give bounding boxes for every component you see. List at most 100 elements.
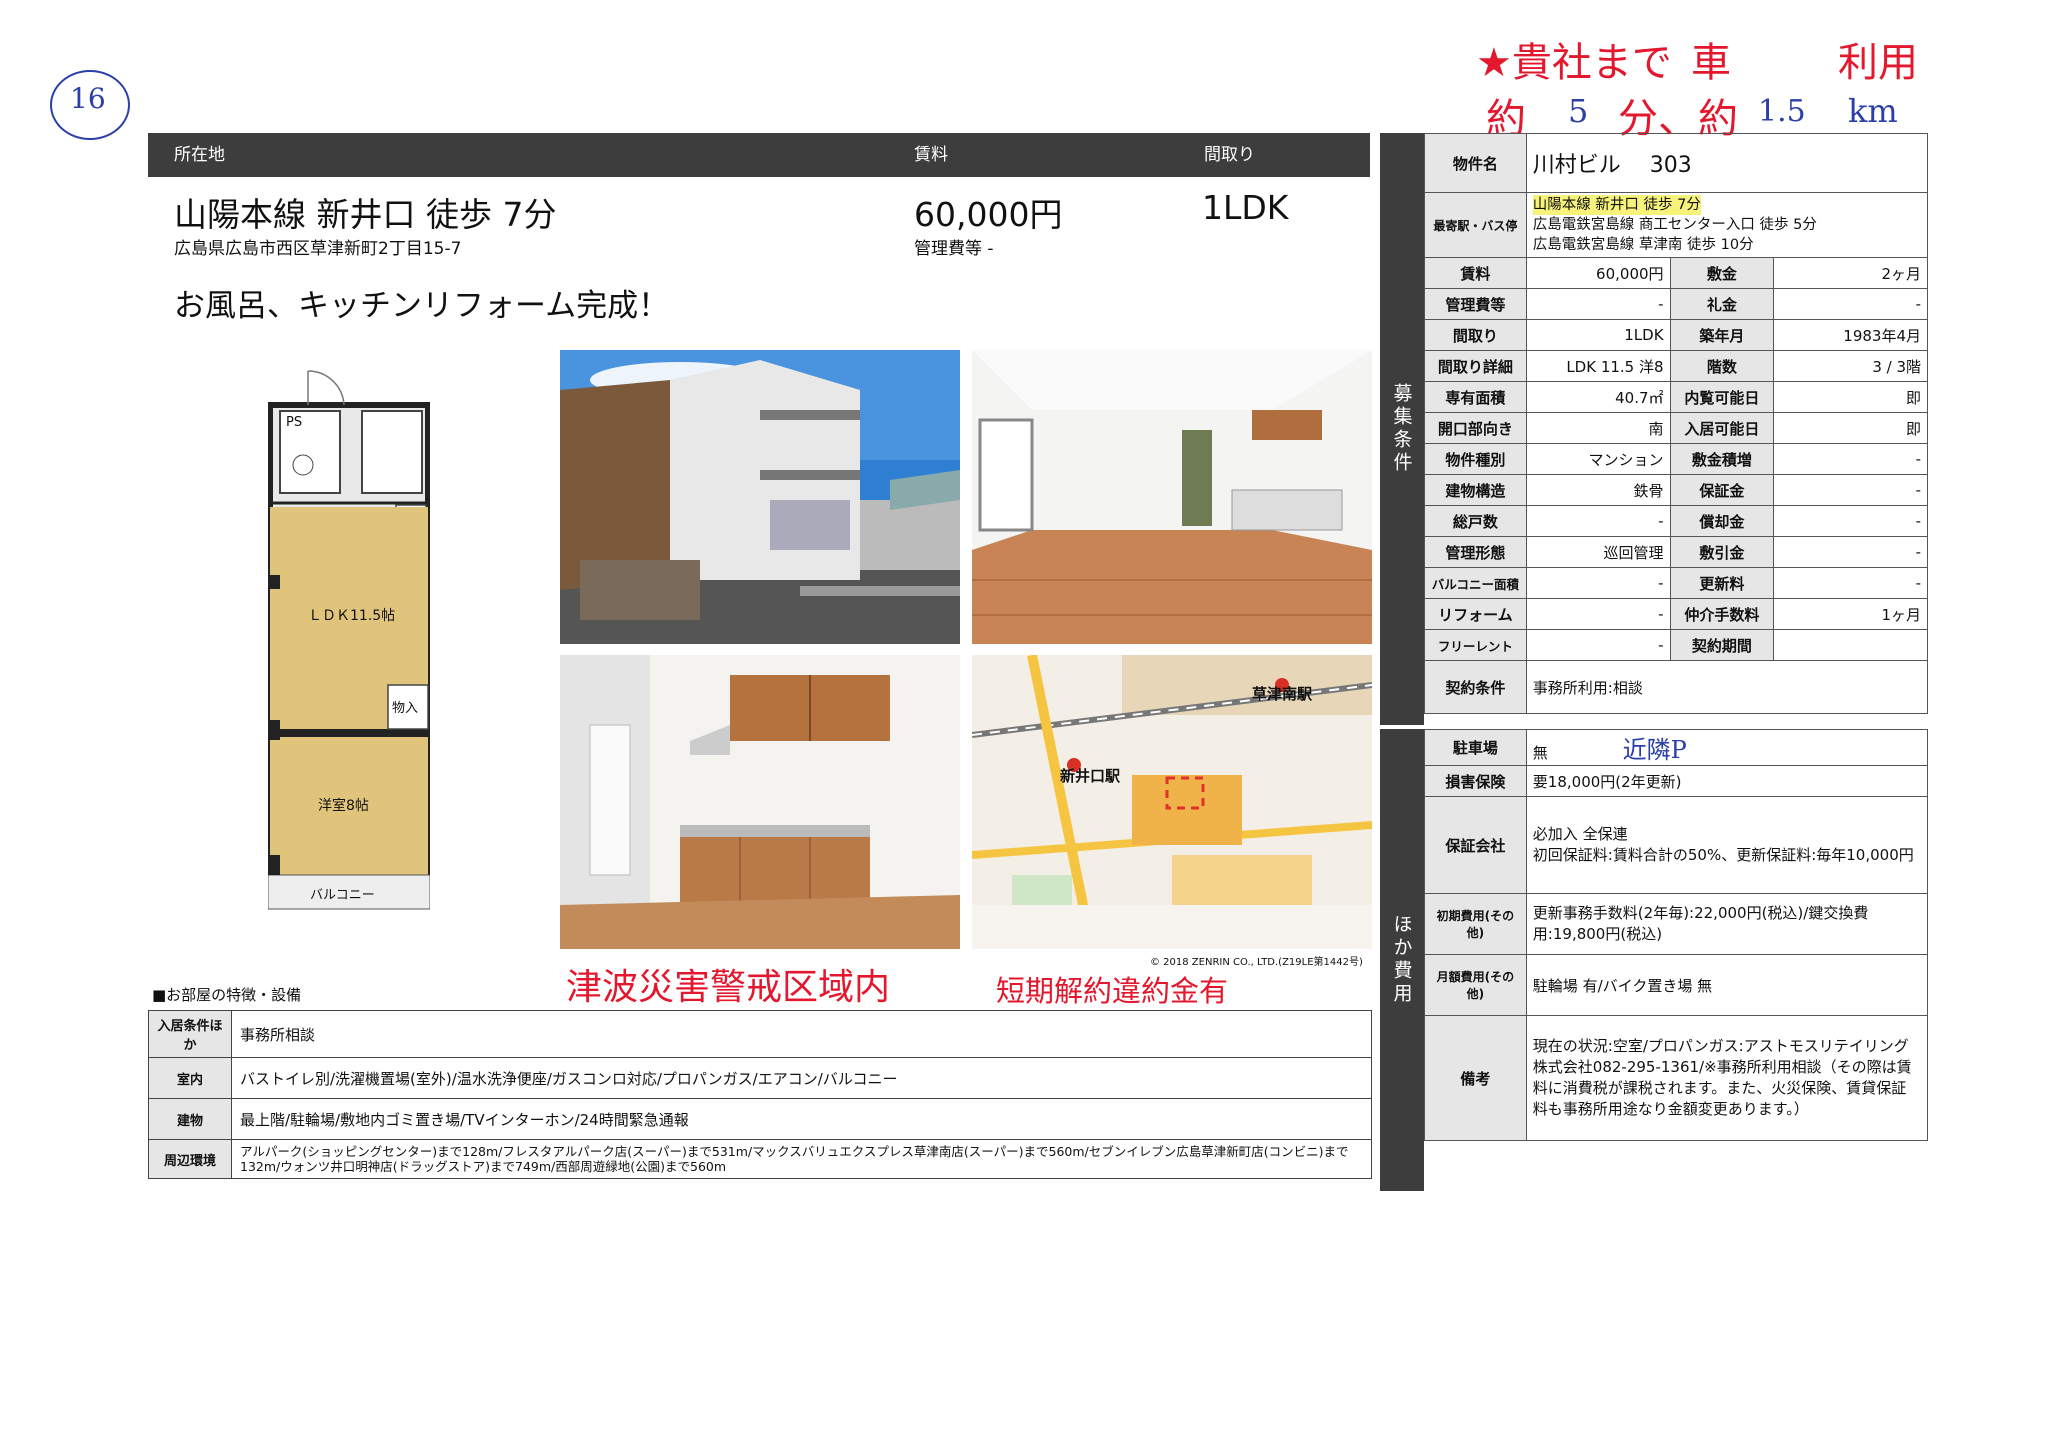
spec-row: 総戸数 - 償却金 - [1424,505,1928,537]
kitchen-photo [560,655,960,949]
spec-label: 内覧可能日 [1669,381,1775,413]
page-number: 16 [70,82,106,115]
contract-value: 事務所利用:相談 [1525,660,1929,714]
feature-label: 室内 [148,1057,232,1099]
spec-value [1773,629,1928,661]
mgmt-fee: 管理費等 - [914,239,994,259]
ldk-label: ＬＤＫ11.5帖 [308,608,396,624]
balcony-label: バルコニー [310,888,375,903]
spec-row: バルコニー面積 - 更新料 - [1424,567,1928,599]
note-line2-min: 5 [1568,92,1589,130]
address: 広島県広島市西区草津新町2丁目15-7 [174,239,462,259]
layout-header: 間取り [1178,133,1370,177]
section-costs-label: ほか費用 [1390,914,1413,1006]
headline: お風呂、キッチンリフォーム完成！ [174,288,670,324]
spec-label: フリーレント [1424,629,1527,661]
features-title: ■お部屋の特徴・設備 [152,986,302,1004]
spec-label: リフォーム [1424,598,1527,630]
note-line2-km: 1.5 [1758,94,1806,129]
spec-value: - [1525,629,1671,661]
spec-value: - [1773,443,1928,475]
parking-value: 無 [1532,744,1548,762]
note-line2-unit: km [1848,92,1898,130]
area-map: 新井口駅 草津南駅 [972,655,1372,949]
cost-row: 保証会社 必加入 全保連 初回保証料:賃料合計の50%、更新保証料:毎年10,0… [1424,796,1929,894]
spec-row: リフォーム - 仲介手数料 1ヶ月 [1424,598,1928,630]
map-station-north-label: 草津南駅 [1252,685,1313,703]
tsunami-warning: 津波災害警戒区域内 [566,967,891,1008]
parking-label: 駐車場 [1424,729,1527,766]
spec-label: 築年月 [1669,319,1775,351]
spec-value: 1983年4月 [1773,319,1928,351]
map-station-label: 新井口駅 [1060,767,1121,785]
feature-row: 周辺環境 アルパーク(ショッピングセンター)まで128m/フレスタアルパーク店(… [148,1139,1372,1179]
access-line: 山陽本線 新井口 徒歩 7分 [1532,195,1701,215]
initial-cost-label: 初期費用(その他) [1424,893,1527,955]
floor-plan: PS ＬＤＫ11.5帖 物入 洋室8帖 バルコニー [267,365,431,917]
insurance-label: 損害保険 [1424,765,1527,797]
building-photo [560,350,960,644]
monthly-cost-label: 月額費用(その他) [1424,954,1527,1016]
spec-value: 1LDK [1525,319,1671,351]
spec-label: 管理形態 [1424,536,1527,568]
spec-value: - [1773,505,1928,537]
cost-row: 損害保険 要18,000円(2年更新) [1424,765,1929,797]
features-table: 入居条件ほか 事務所相談 室内 バストイレ別/洗濯機置場(室外)/温水洗浄便座/… [148,1010,1372,1179]
spec-value: 鉄骨 [1525,474,1671,506]
initial-cost-value: 更新事務手数料(2年毎):22,000円(税込)/鍵交換費用:19,800円(税… [1525,893,1929,955]
spec-label: 礼金 [1669,288,1775,320]
location-header: 所在地 [148,133,888,177]
access-lines: 山陽本線 新井口 徒歩 7分 広島電鉄宮島線 商工センター入口 徒歩 5分 広島… [1525,192,1929,258]
spec-label: 賃料 [1424,257,1527,289]
spec-row: 専有面積 40.7㎡ 内覧可能日即 [1424,381,1928,413]
access-line: 広島電鉄宮島線 商工センター入口 徒歩 5分 [1532,217,1817,233]
spec-label: 間取り詳細 [1424,350,1527,382]
contract-label: 契約条件 [1424,660,1527,714]
feature-value: バストイレ別/洗濯機置場(室外)/温水洗浄便座/ガスコンロ対応/プロパンガス/エ… [231,1057,1372,1099]
spec-label: 保証金 [1669,474,1775,506]
spec-row-access: 最寄駅・バス停 山陽本線 新井口 徒歩 7分 広島電鉄宮島線 商工センター入口 … [1424,192,1929,258]
spec-label: 敷金積増 [1669,443,1775,475]
spec-value: 3 / 3階 [1773,350,1928,382]
spec-label: バルコニー面積 [1424,567,1527,599]
monthly-cost-value: 駐輪場 有/バイク置き場 無 [1525,954,1929,1016]
spec-value: - [1525,567,1671,599]
costs-table: 駐車場 無 近隣P 損害保険 要18,000円(2年更新) 保証会社 必加入 全… [1424,729,1929,1141]
parking-value-cell: 無 近隣P [1525,729,1929,766]
feature-label: 建物 [148,1098,232,1140]
spec-row-contract: 契約条件 事務所利用:相談 [1424,660,1929,714]
spec-label: 敷引金 [1669,536,1775,568]
spec-label: 建物構造 [1424,474,1527,506]
access-line: 広島電鉄宮島線 草津南 徒歩 10分 [1532,237,1754,253]
spec-value: 1ヶ月 [1773,598,1928,630]
spec-value: 40.7㎡ [1525,381,1671,413]
guarantor-value: 必加入 全保連 初回保証料:賃料合計の50%、更新保証料:毎年10,000円 [1525,796,1929,894]
feature-value: 最上階/駐輪場/敷地内ゴミ置き場/TVインターホン/24時間緊急通報 [231,1098,1372,1140]
penalty-warning: 短期解約違約金有 [996,974,1229,1008]
note-line1-mode: 車 [1691,40,1731,86]
rent-value: 60,000円 [914,195,1063,234]
remarks-value: 現在の状況:空室/プロパンガス:アストモスリテイリング株式会社082-295-1… [1525,1015,1929,1141]
spec-row-name: 物件名 川村ビル 303 [1424,133,1929,193]
spec-value: - [1525,598,1671,630]
layout-value: 1LDK [1202,188,1289,227]
spec-value: 即 [1773,381,1928,413]
spec-value: マンション [1525,443,1671,475]
spec-row: 賃料 60,000円 敷金 2ヶ月 [1424,257,1928,289]
spec-table: 物件名 川村ビル 303 最寄駅・バス停 山陽本線 新井口 徒歩 7分 広島電鉄… [1424,133,1929,714]
cost-row: 駐車場 無 近隣P [1424,729,1929,766]
handwritten-note: ★貴社まで 車 利用 約 5 分、約 1.5 km [1476,30,1936,142]
spec-value: - [1773,567,1928,599]
spec-label: 更新料 [1669,567,1775,599]
spec-row: 開口部向き南入居可能日即 [1424,412,1928,444]
feature-value: 事務所相談 [231,1010,1372,1058]
spec-label: 階数 [1669,350,1775,382]
storage-label: 物入 [392,701,419,716]
spec-label: 間取り [1424,319,1527,351]
spec-value: - [1525,505,1671,537]
spec-value: 2ヶ月 [1773,257,1928,289]
property-name-label: 物件名 [1424,133,1527,193]
feature-label: 入居条件ほか [148,1010,232,1058]
note-line1-suffix: 利用 [1838,40,1918,86]
spec-label: 敷金 [1669,257,1775,289]
